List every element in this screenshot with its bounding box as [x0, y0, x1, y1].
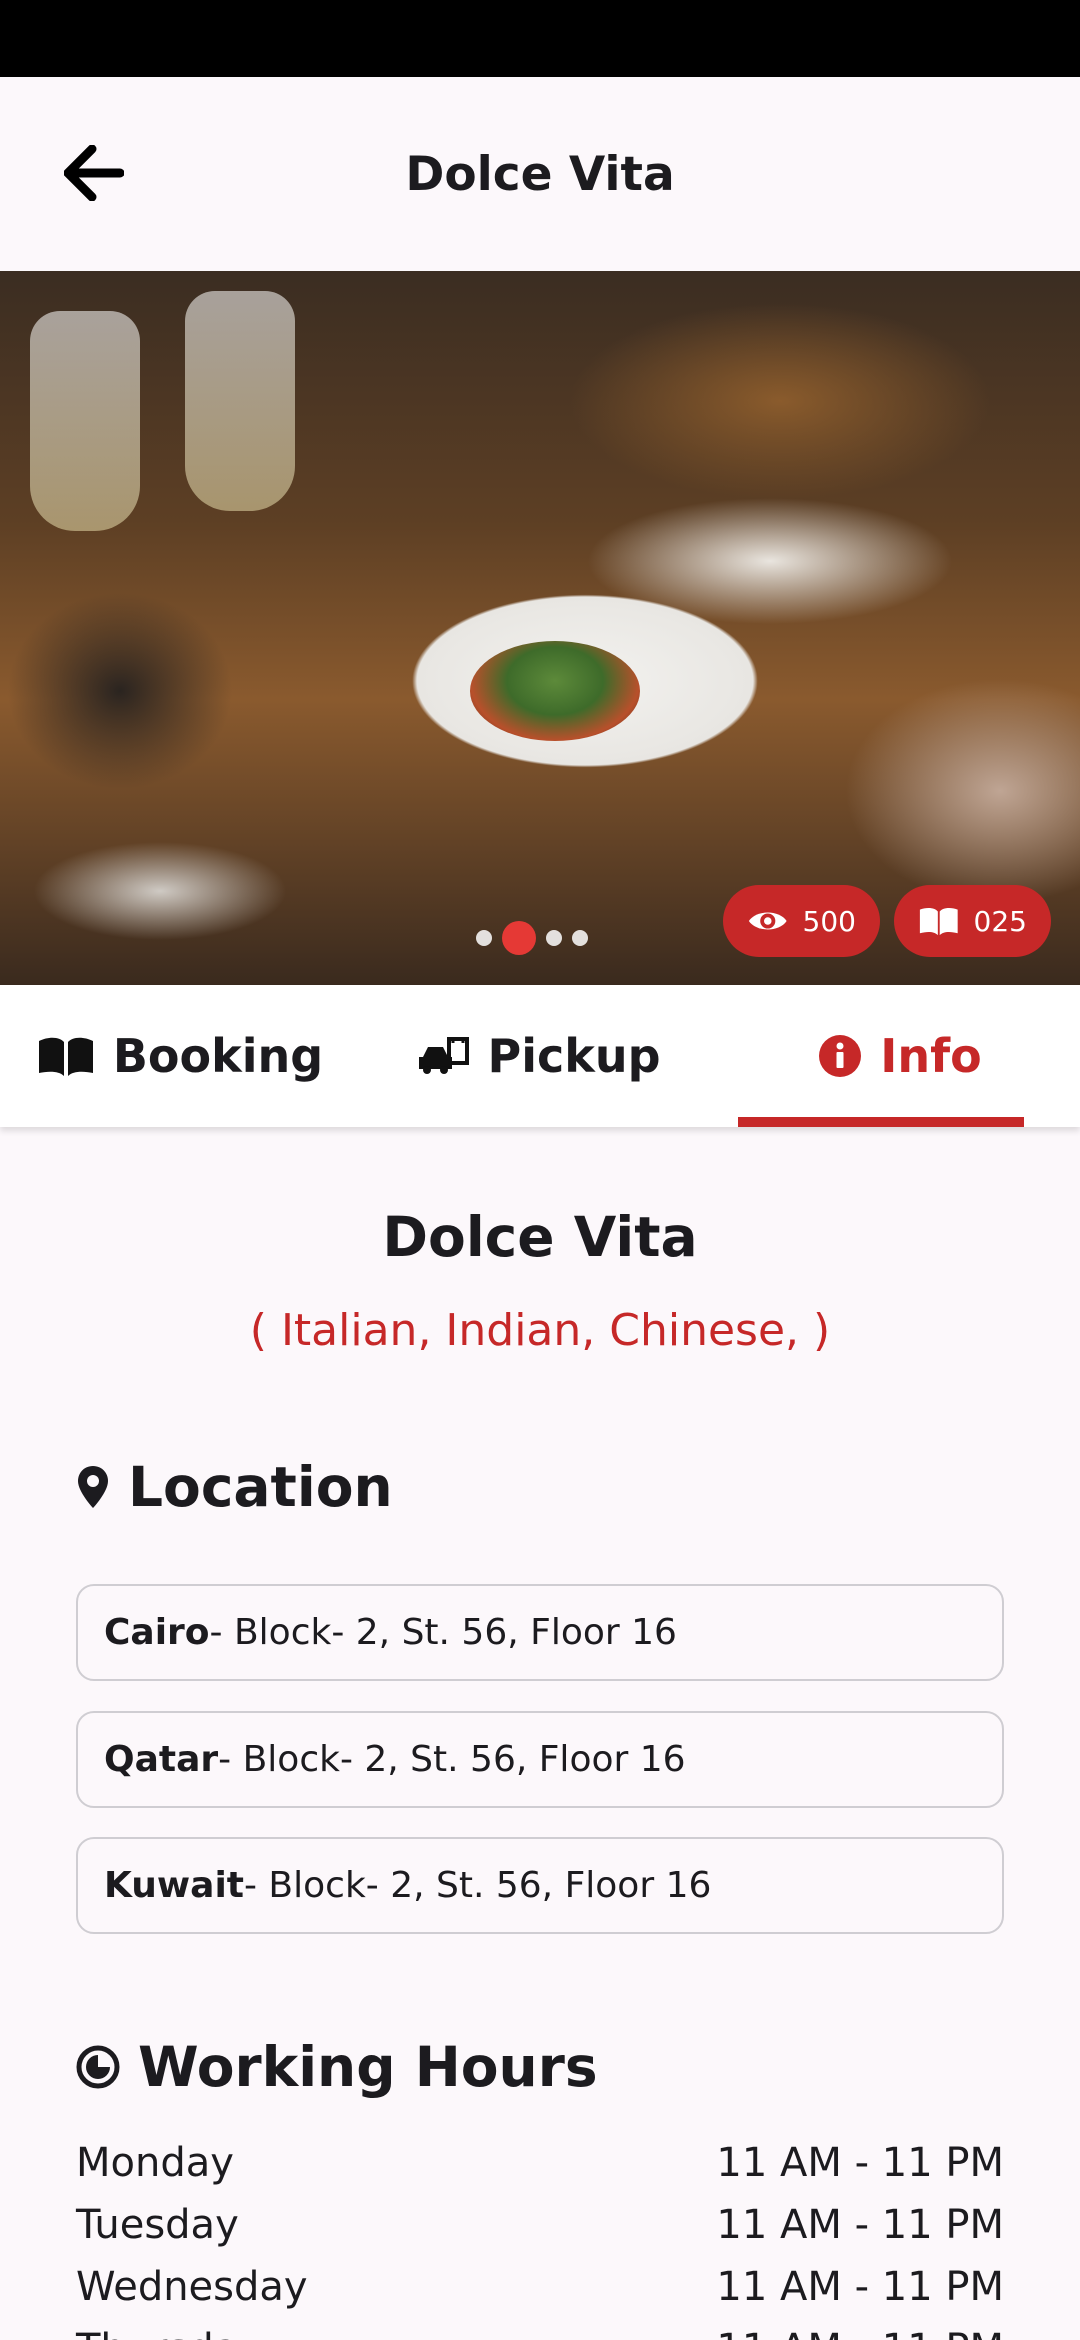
page-title: Dolce Vita — [405, 146, 675, 202]
tab-pickup[interactable]: Pickup — [360, 985, 720, 1127]
location-heading: Location — [76, 1455, 393, 1519]
info-icon — [819, 1035, 862, 1077]
book-icon — [38, 1037, 93, 1076]
hours-day: Wednesday — [76, 2264, 308, 2310]
hours-time: 11 AM - 11 PM — [716, 2202, 1004, 2248]
tab-booking[interactable]: Booking — [0, 985, 360, 1127]
carousel-indicator — [476, 921, 588, 955]
hours-row: Wednesday 11 AM - 11 PM — [76, 2264, 1004, 2310]
bookings-count: 025 — [973, 904, 1027, 938]
status-bar — [0, 0, 1080, 77]
hours-day: Thursday — [76, 2326, 262, 2340]
hours-time: 11 AM - 11 PM — [716, 2264, 1004, 2310]
eye-icon — [748, 912, 787, 930]
hours-row: Thursday 11 AM - 11 PM — [76, 2326, 1004, 2340]
restaurant-image-carousel[interactable]: 500 025 — [0, 271, 1080, 985]
tab-info-label: Info — [880, 1029, 982, 1083]
branch-address: - Block- 2, St. 56, Floor 16 — [218, 1739, 686, 1780]
book-icon — [919, 908, 958, 936]
map-pin-icon — [78, 1466, 108, 1508]
wine-glass-image — [30, 311, 140, 531]
tab-pickup-label: Pickup — [487, 1029, 661, 1083]
branch-card[interactable]: Cairo - Block- 2, St. 56, Floor 16 — [76, 1584, 1004, 1681]
cuisine-list: ( Italian, Indian, Chinese, ) — [249, 1305, 831, 1356]
clock-icon — [76, 2045, 120, 2089]
carousel-dot[interactable] — [476, 930, 492, 946]
hours-time: 11 AM - 11 PM — [716, 2140, 1004, 2186]
hours-time: 11 AM - 11 PM — [716, 2326, 1004, 2340]
branch-address: - Block- 2, St. 56, Floor 16 — [244, 1865, 712, 1906]
working-hours-title: Working Hours — [138, 2035, 598, 2099]
carousel-dot[interactable] — [546, 930, 562, 946]
views-badge: 500 — [723, 885, 880, 957]
car-icon — [419, 1037, 470, 1074]
wine-glass-image — [185, 291, 295, 511]
restaurant-name: Dolce Vita — [382, 1205, 698, 1269]
location-title: Location — [128, 1455, 393, 1519]
hours-day: Tuesday — [76, 2202, 239, 2248]
dish-image — [470, 641, 640, 741]
active-tab-indicator — [738, 1117, 1024, 1127]
branch-city: Qatar — [104, 1739, 219, 1780]
tab-info[interactable]: Info — [720, 985, 1080, 1127]
tab-bar: Booking Pickup Info — [0, 985, 1080, 1127]
branch-card[interactable]: Qatar - Block- 2, St. 56, Floor 16 — [76, 1711, 1004, 1808]
branch-city: Cairo — [104, 1612, 210, 1653]
branch-address: - Block- 2, St. 56, Floor 16 — [209, 1612, 677, 1653]
hours-row: Tuesday 11 AM - 11 PM — [76, 2202, 1004, 2248]
hours-day: Monday — [76, 2140, 234, 2186]
tab-booking-label: Booking — [112, 1029, 324, 1083]
branch-city: Kuwait — [104, 1865, 244, 1906]
views-count: 500 — [802, 904, 856, 938]
working-hours-heading: Working Hours — [76, 2035, 598, 2099]
app-bar: Dolce Vita — [0, 77, 1080, 271]
bookings-badge: 025 — [894, 885, 1051, 957]
branch-card[interactable]: Kuwait - Block- 2, St. 56, Floor 16 — [76, 1837, 1004, 1934]
carousel-dot-active[interactable] — [502, 921, 536, 955]
carousel-dot[interactable] — [572, 930, 588, 946]
hours-row: Monday 11 AM - 11 PM — [76, 2140, 1004, 2186]
